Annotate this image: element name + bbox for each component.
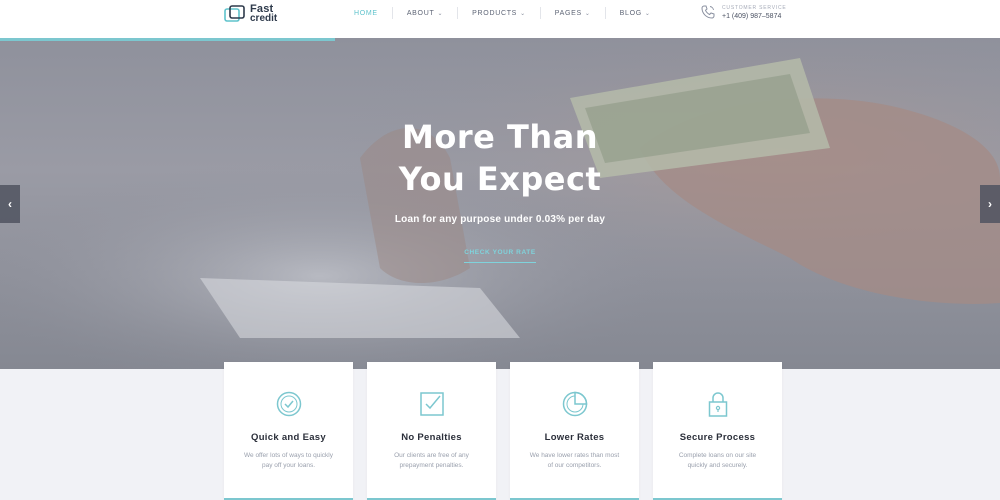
feature-title: Secure Process: [679, 432, 756, 443]
nav-label: PRODUCTS: [472, 9, 518, 17]
chevron-left-icon: ‹: [8, 197, 12, 211]
features-row: Quick and Easy We offer lots of ways to …: [224, 362, 782, 500]
customer-service[interactable]: CUSTOMER SERVICE +1 (409) 987–5874: [700, 4, 787, 20]
chevron-right-icon: ›: [988, 197, 992, 211]
check-rate-link[interactable]: CHECK YOUR RATE: [464, 249, 536, 263]
chevron-down-icon: ⌄: [584, 10, 591, 17]
nav-item-home[interactable]: HOME: [340, 10, 392, 17]
nav-item-pages[interactable]: PAGES ⌄: [541, 10, 605, 17]
feature-description: Our clients are free of any prepayment p…: [394, 452, 469, 469]
nav-label: ABOUT: [406, 9, 435, 17]
slider-progress-bar: [0, 38, 335, 41]
nav-item-blog[interactable]: BLOG ⌄: [606, 10, 665, 17]
feature-description: Complete loans on our site quickly and s…: [678, 452, 757, 469]
feature-title: Lower Rates: [544, 432, 605, 443]
brand-logo[interactable]: Fast credit: [224, 3, 277, 25]
nav-label: PAGES: [554, 9, 582, 17]
checkbox-icon: [419, 392, 444, 416]
hero-slider: More Than You Expect Loan for any purpos…: [0, 38, 1000, 369]
lock-icon: [708, 392, 727, 417]
clock-check-icon: [276, 391, 301, 417]
pie-chart-icon: [562, 391, 587, 417]
feature-card: No Penalties Our clients are free of any…: [367, 362, 496, 500]
hero-content: More Than You Expect Loan for any purpos…: [0, 116, 1000, 263]
customer-service-phone[interactable]: +1 (409) 987–5874: [722, 13, 787, 20]
nav-label: HOME: [354, 9, 378, 17]
logo-icon: [224, 5, 245, 22]
feature-title: Quick and Easy: [251, 432, 326, 443]
feature-card: Quick and Easy We offer lots of ways to …: [224, 362, 353, 500]
slider-prev-button[interactable]: ‹: [0, 185, 20, 223]
nav-item-about[interactable]: ABOUT ⌄: [393, 10, 457, 17]
feature-description: We offer lots of ways to quickly pay off…: [244, 452, 333, 469]
nav-item-products[interactable]: PRODUCTS ⌄: [458, 10, 540, 17]
hero-title-line2: You Expect: [398, 160, 602, 198]
nav-label: BLOG: [619, 9, 642, 17]
site-header: Fast credit HOME ABOUT ⌄ PRODUCTS ⌄ PAGE…: [0, 0, 1000, 38]
hero-title-line1: More Than: [402, 118, 598, 156]
customer-service-label: CUSTOMER SERVICE: [722, 4, 787, 11]
feature-title: No Penalties: [401, 432, 462, 443]
brand-line2: credit: [250, 13, 278, 24]
feature-card: Lower Rates We have lower rates than mos…: [510, 362, 639, 500]
hero-subtitle: Loan for any purpose under 0.03% per day: [394, 214, 606, 225]
main-nav: HOME ABOUT ⌄ PRODUCTS ⌄ PAGES ⌄ BLOG ⌄: [340, 0, 665, 26]
chevron-down-icon: ⌄: [520, 10, 526, 17]
hero-title: More Than You Expect: [0, 116, 1000, 200]
chevron-down-icon: ⌄: [437, 10, 444, 17]
brand-wordmark: Fast credit: [250, 4, 278, 24]
phone-icon: [701, 5, 715, 19]
chevron-down-icon: ⌄: [644, 10, 651, 17]
feature-description: We have lower rates than most of our com…: [529, 452, 620, 469]
customer-service-text: CUSTOMER SERVICE +1 (409) 987–5874: [722, 5, 787, 20]
slider-next-button[interactable]: ›: [980, 185, 1000, 223]
feature-card: Secure Process Complete loans on our sit…: [653, 362, 782, 500]
